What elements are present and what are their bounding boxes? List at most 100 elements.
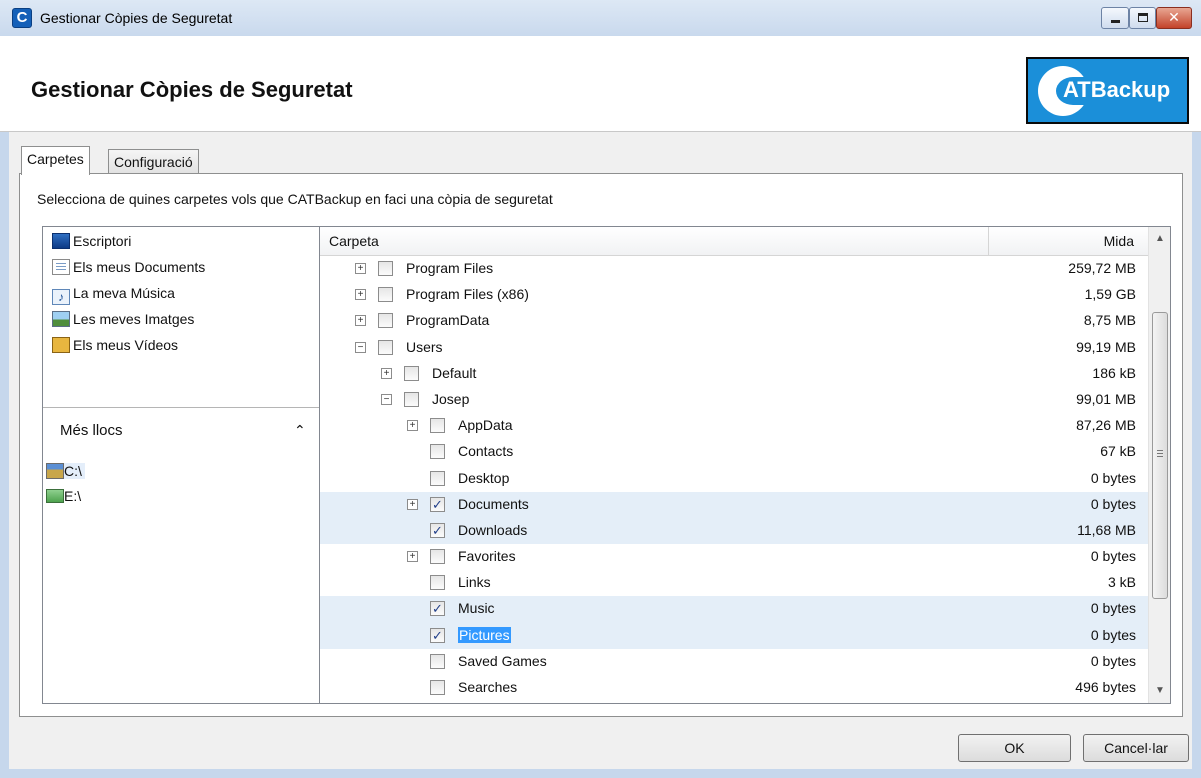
table-row[interactable]: ✓ Downloads 11,68 MB <box>320 517 1148 545</box>
ok-button[interactable]: OK <box>958 734 1071 762</box>
table-row[interactable]: + Program Files (x86) 1,59 GB <box>320 282 1148 308</box>
folder-checkbox[interactable]: ✓ <box>430 601 445 617</box>
table-row[interactable]: Contacts 67 kB <box>320 439 1148 465</box>
quick-item-pictures[interactable]: Les meves Imatges <box>52 311 194 331</box>
cancel-button[interactable]: Cancel·lar <box>1083 734 1189 762</box>
folder-name: Desktop <box>458 469 510 486</box>
table-row[interactable]: + ✓ Documents 0 bytes <box>320 491 1148 518</box>
folder-checkbox[interactable] <box>430 680 445 695</box>
folder-name: Josep <box>432 390 470 407</box>
folder-checkbox[interactable]: ✓ <box>430 522 445 538</box>
expand-icon[interactable]: + <box>407 420 418 432</box>
table-row[interactable]: Searches 496 bytes <box>320 675 1148 701</box>
folder-checkbox[interactable] <box>430 549 445 565</box>
quick-item-label: Escriptori <box>73 233 132 249</box>
folder-name: ProgramData <box>406 312 490 329</box>
expand-icon[interactable]: + <box>407 551 418 563</box>
folder-checkbox[interactable] <box>378 261 393 276</box>
vertical-scrollbar[interactable]: ▲ ▼ <box>1148 227 1170 703</box>
folder-checkbox[interactable] <box>430 575 445 591</box>
collapse-icon[interactable]: − <box>381 393 392 405</box>
folder-checkbox[interactable] <box>378 339 393 355</box>
folder-checkbox[interactable] <box>430 470 445 486</box>
folder-name: Documents <box>458 495 529 512</box>
column-separator[interactable] <box>988 227 989 255</box>
folder-name: Links <box>458 574 491 591</box>
folder-checkbox[interactable] <box>404 365 419 381</box>
collapse-icon[interactable]: − <box>355 341 366 353</box>
collapse-chevron-icon[interactable]: ⌃ <box>294 422 306 439</box>
collapse-glyph: ⌃ <box>294 422 306 438</box>
close-button[interactable]: ✕ <box>1156 7 1192 29</box>
folder-size: 259,72 MB <box>1068 260 1136 276</box>
expand-icon[interactable]: + <box>355 315 366 327</box>
pictures-icon <box>52 311 70 327</box>
logo-text: ATBackup <box>1063 77 1171 102</box>
folder-name: Contacts <box>458 443 514 460</box>
table-row[interactable]: ✓ Pictures 0 bytes <box>320 622 1148 649</box>
column-folder[interactable]: Carpeta <box>329 233 379 249</box>
quick-item-music[interactable]: ♪ La meva Música <box>52 285 175 305</box>
scroll-up-arrow-icon[interactable]: ▲ <box>1149 229 1170 249</box>
quick-item-desktop[interactable]: Escriptori <box>52 233 131 253</box>
table-row[interactable]: Links 3 kB <box>320 570 1148 596</box>
expand-icon[interactable]: + <box>407 498 418 510</box>
folder-checkbox[interactable]: ✓ <box>430 627 445 643</box>
maximize-button[interactable] <box>1129 7 1156 29</box>
more-places-label: Més llocs <box>60 422 123 439</box>
header-band: Gestionar Còpies de Seguretat ATBackup <box>0 36 1201 132</box>
network-drive-icon <box>46 489 64 503</box>
table-row[interactable]: + Program Files 259,72 MB <box>320 256 1148 282</box>
quick-item-label: La meva Música <box>73 285 175 301</box>
folder-checkbox[interactable] <box>430 653 445 669</box>
folder-name: Program Files <box>406 260 494 276</box>
folder-name: Downloads <box>458 521 528 538</box>
folder-size: 0 bytes <box>1090 600 1136 617</box>
expand-icon[interactable]: + <box>355 289 366 301</box>
folder-checkbox[interactable] <box>404 391 419 407</box>
column-size[interactable]: Mida <box>1104 233 1134 249</box>
tab-panel: Selecciona de quines carpetes vols que C… <box>19 173 1183 717</box>
folder-size: 67 kB <box>1100 443 1136 460</box>
table-row[interactable]: − Users 99,19 MB <box>320 335 1148 361</box>
folder-checkbox[interactable] <box>430 418 445 434</box>
places-divider <box>43 407 319 408</box>
tab-carpetes[interactable]: Carpetes <box>21 146 90 175</box>
scroll-down-arrow-icon[interactable]: ▼ <box>1149 681 1170 701</box>
table-row[interactable]: + Favorites 0 bytes <box>320 544 1148 570</box>
table-row[interactable]: + ProgramData 8,75 MB <box>320 308 1148 334</box>
folder-checkbox[interactable]: ✓ <box>430 496 445 512</box>
drive-c[interactable]: C:\ <box>46 463 85 479</box>
folder-checkbox[interactable] <box>378 313 393 329</box>
table-row[interactable]: Desktop 0 bytes <box>320 466 1148 492</box>
videos-icon <box>52 337 70 353</box>
folder-checkbox[interactable] <box>430 444 445 460</box>
folder-name: Searches <box>458 679 518 695</box>
scroll-thumb[interactable] <box>1152 312 1168 599</box>
folder-size: 0 bytes <box>1090 469 1136 486</box>
table-row[interactable]: Saved Games 0 bytes <box>320 649 1148 675</box>
minimize-icon <box>1111 20 1120 23</box>
folder-checkbox[interactable] <box>378 287 393 303</box>
quick-item-documents[interactable]: Els meus Documents <box>52 259 205 279</box>
instructions-text: Selecciona de quines carpetes vols que C… <box>37 191 553 207</box>
maximize-icon <box>1138 13 1148 22</box>
title-bar[interactable]: C Gestionar Còpies de Seguretat ✕ <box>0 0 1201 36</box>
expand-icon[interactable]: + <box>355 263 366 274</box>
quick-item-label: Els meus Documents <box>73 259 206 275</box>
table-row[interactable]: − Josep 99,01 MB <box>320 387 1148 413</box>
drive-e[interactable]: E:\ <box>46 488 81 504</box>
minimize-button[interactable] <box>1101 7 1129 29</box>
folder-name: AppData <box>458 417 513 434</box>
tab-configuracio[interactable]: Configuració <box>108 149 199 173</box>
music-icon: ♪ <box>52 289 70 305</box>
expand-icon[interactable]: + <box>381 367 392 379</box>
table-row[interactable]: + AppData 87,26 MB <box>320 413 1148 439</box>
folder-size: 87,26 MB <box>1076 417 1136 434</box>
folder-size: 0 bytes <box>1090 626 1136 643</box>
quick-item-videos[interactable]: Els meus Vídeos <box>52 337 178 357</box>
table-row[interactable]: + Default 186 kB <box>320 361 1148 387</box>
folder-size: 99,19 MB <box>1076 338 1136 355</box>
page-title: Gestionar Còpies de Seguretat <box>31 77 353 102</box>
table-row[interactable]: ✓ Music 0 bytes <box>320 596 1148 623</box>
